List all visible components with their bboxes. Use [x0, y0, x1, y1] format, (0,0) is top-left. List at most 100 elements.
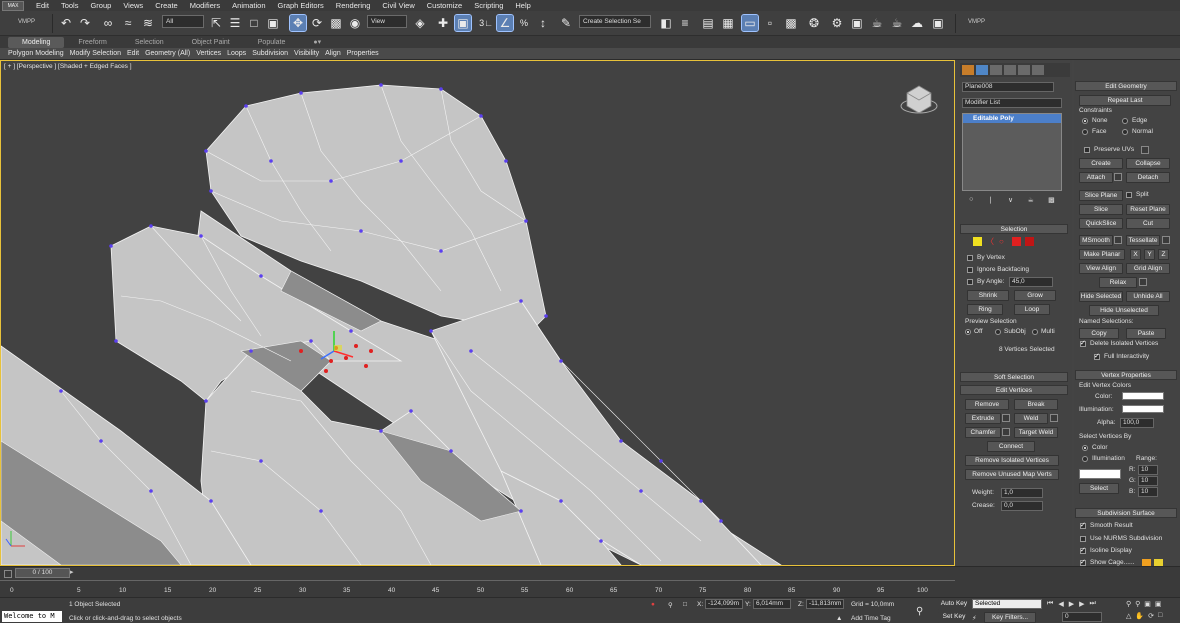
window-crossing-icon[interactable]: ▣ — [265, 15, 281, 31]
rollout-soft-selection[interactable]: Soft Selection — [960, 372, 1068, 382]
render-production-icon[interactable]: ☕ — [869, 15, 885, 31]
vertex-color-swatch[interactable] — [1122, 392, 1164, 400]
panel-geometry-all[interactable]: Geometry (All) — [145, 50, 190, 57]
crease-spinner[interactable]: 0,0 — [1001, 501, 1043, 511]
select-button[interactable]: Select — [1079, 483, 1119, 494]
attach-button[interactable]: Attach — [1079, 172, 1113, 183]
zoom-extents-all-icon[interactable]: ▣ — [1155, 600, 1162, 608]
tab-freeform[interactable]: Freeform — [64, 37, 120, 48]
key-filters-button[interactable]: Key Filters... — [984, 612, 1036, 623]
orbit-icon[interactable]: ⟳ — [1148, 612, 1154, 620]
stack-item-editable-poly[interactable]: Editable Poly — [963, 114, 1061, 123]
target-weld-button[interactable]: Target Weld — [1014, 427, 1058, 438]
msmooth-settings-icon[interactable] — [1114, 236, 1122, 244]
menu-scripting[interactable]: Scripting — [474, 1, 503, 10]
y-coordinate-field[interactable]: 6,014mm — [753, 599, 791, 609]
previous-frame-icon[interactable]: ◀ — [1058, 600, 1063, 608]
ignore-backfacing-checkbox[interactable] — [967, 267, 973, 273]
border-mode-icon[interactable]: ○ — [999, 237, 1008, 246]
menu-modifiers[interactable]: Modifiers — [190, 1, 220, 10]
vertex-mode-icon[interactable] — [973, 237, 982, 246]
named-selection-dropdown[interactable]: Create Selection Se — [579, 15, 651, 28]
create-tab-icon[interactable] — [962, 65, 974, 75]
edge-mode-icon[interactable]: 〈 — [986, 237, 995, 246]
by-angle-checkbox[interactable] — [967, 279, 973, 285]
connect-button[interactable]: Connect — [987, 441, 1035, 452]
planar-x-button[interactable]: X — [1130, 249, 1141, 260]
z-coordinate-field[interactable]: -11,813mm — [806, 599, 844, 609]
isoline-display-checkbox[interactable] — [1080, 546, 1086, 554]
viewcube-icon[interactable] — [900, 85, 938, 114]
panel-visibility[interactable]: Visibility — [294, 50, 319, 57]
toggle-ribbon-icon[interactable]: ▭ — [741, 14, 759, 32]
select-color-swatch[interactable] — [1079, 469, 1121, 479]
tab-populate[interactable]: Populate — [244, 37, 300, 48]
track-bar[interactable] — [0, 580, 955, 586]
material-editor-icon[interactable]: ❂ — [806, 15, 822, 31]
preserve-uvs-settings-icon[interactable] — [1141, 146, 1149, 154]
rollout-edit-geometry[interactable]: Edit Geometry — [1075, 81, 1177, 91]
panel-properties[interactable]: Properties — [347, 50, 379, 57]
menu-edit[interactable]: Edit — [36, 1, 49, 10]
isolate-selection-icon[interactable]: ● — [651, 601, 655, 608]
time-tag-icon[interactable]: ▲ — [836, 615, 842, 622]
slice-plane-button[interactable]: Slice Plane — [1079, 190, 1123, 201]
planar-z-button[interactable]: Z — [1158, 249, 1169, 260]
select-manipulate-icon[interactable]: ✚ — [435, 15, 451, 31]
schematic-view-icon[interactable]: ▩ — [783, 15, 799, 31]
extrude-settings-icon[interactable] — [1002, 414, 1010, 422]
full-interactivity-checkbox[interactable] — [1094, 352, 1100, 360]
undo-icon[interactable]: ↶ — [58, 15, 74, 31]
slice-button[interactable]: Slice — [1079, 204, 1123, 215]
render-iterative-icon[interactable]: ☕ — [889, 15, 905, 31]
polygon-mode-icon[interactable] — [1012, 237, 1021, 246]
make-planar-button[interactable]: Make Planar — [1079, 249, 1125, 260]
play-icon[interactable]: ▶ — [1069, 600, 1074, 608]
edit-named-selection-icon[interactable]: ✎ — [558, 15, 574, 31]
constraint-edge-radio[interactable] — [1122, 118, 1128, 124]
mirror-icon[interactable]: ◧ — [658, 15, 674, 31]
utilities-tab-icon[interactable] — [1032, 65, 1044, 75]
render-in-cloud-icon[interactable]: ☁ — [909, 15, 925, 31]
angle-snap-icon[interactable]: ∠ — [496, 14, 514, 32]
x-coordinate-field[interactable]: -124,099m — [705, 599, 743, 609]
constraint-none-radio[interactable] — [1082, 118, 1088, 124]
constraint-face-radio[interactable] — [1082, 129, 1088, 135]
tab-modeling[interactable]: Modeling — [8, 36, 65, 48]
curve-editor-icon[interactable]: ▫ — [762, 15, 778, 31]
preview-off-radio[interactable] — [965, 329, 971, 335]
time-slider-next-icon[interactable]: ▸ — [70, 568, 78, 578]
workspace-label[interactable]: VMPP — [18, 19, 35, 25]
weld-settings-icon[interactable] — [1050, 414, 1058, 422]
view-align-button[interactable]: View Align — [1079, 263, 1123, 274]
create-button[interactable]: Create — [1079, 158, 1123, 169]
quickslice-button[interactable]: QuickSlice — [1079, 218, 1123, 229]
by-vertex-checkbox[interactable] — [967, 255, 973, 261]
panel-subdivision[interactable]: Subdivision — [252, 50, 288, 57]
menu-create[interactable]: Create — [155, 1, 178, 10]
a360-gallery-icon[interactable]: ▣ — [930, 15, 946, 31]
cut-button[interactable]: Cut — [1126, 218, 1170, 229]
tessellate-settings-icon[interactable] — [1162, 236, 1170, 244]
select-object-icon[interactable]: ⇱ — [208, 15, 224, 31]
shrink-button[interactable]: Shrink — [967, 290, 1009, 301]
menu-rendering[interactable]: Rendering — [336, 1, 371, 10]
rollout-selection[interactable]: Selection — [960, 224, 1068, 234]
make-unique-icon[interactable]: ∨ — [1008, 196, 1013, 206]
perspective-viewport[interactable]: [ + ] [Perspective ] [Shaded + Edged Fac… — [0, 60, 955, 566]
alpha-spinner[interactable]: 100,0 — [1120, 418, 1154, 428]
field-of-view-icon[interactable]: △ — [1126, 612, 1131, 620]
go-to-end-icon[interactable]: ⏭ — [1089, 600, 1095, 608]
preview-multi-radio[interactable] — [1032, 329, 1038, 335]
attach-list-icon[interactable] — [1114, 173, 1122, 181]
panel-edit[interactable]: Edit — [127, 50, 139, 57]
align-icon[interactable]: ≡ — [677, 15, 693, 31]
selection-lock-icon[interactable]: ⚲ — [668, 601, 673, 609]
ribbon-options-icon[interactable]: ●▾ — [299, 37, 335, 48]
current-frame-field[interactable]: 0 — [1062, 612, 1102, 622]
weight-spinner[interactable]: 1,0 — [1001, 488, 1043, 498]
zoom-icon[interactable]: ⚲ — [1126, 600, 1131, 608]
break-button[interactable]: Break — [1014, 399, 1058, 410]
select-scale-icon[interactable]: ▩ — [328, 15, 344, 31]
menu-group[interactable]: Group — [90, 1, 111, 10]
